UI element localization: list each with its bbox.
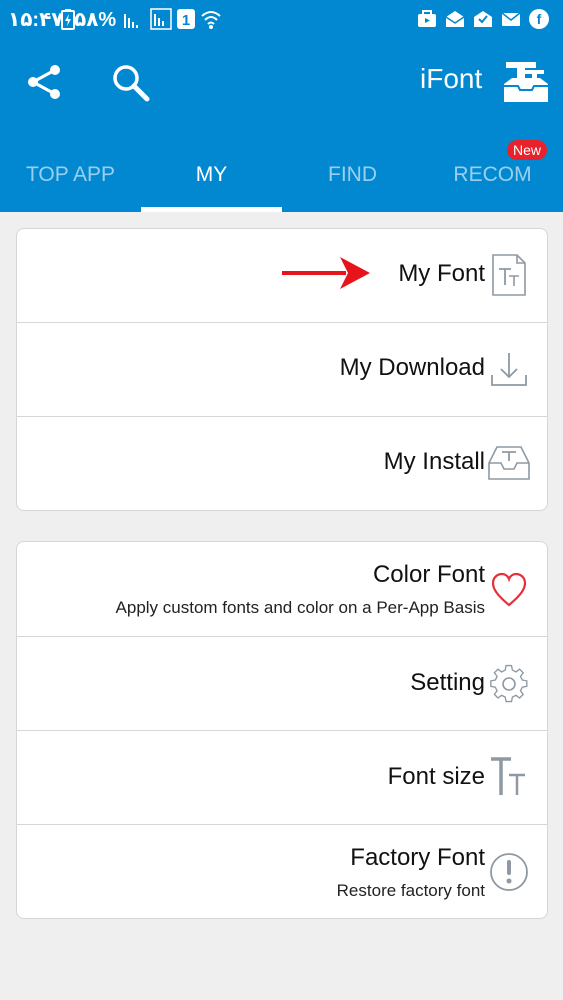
briefcase-icon xyxy=(418,10,436,27)
my-download-label: My Download xyxy=(339,354,485,381)
mail-open-icon xyxy=(445,11,465,27)
my-install-label: My Install xyxy=(383,448,485,475)
svg-text:1: 1 xyxy=(182,12,190,29)
search-icon[interactable] xyxy=(110,62,152,104)
svg-text:f: f xyxy=(537,11,542,27)
app-notification-icon: f xyxy=(529,9,549,29)
tab-top-app[interactable]: TOP APP xyxy=(0,138,141,212)
ifont-logo-icon[interactable] xyxy=(502,58,550,106)
font-size-icon xyxy=(491,757,525,795)
new-badge: New xyxy=(507,140,548,160)
setting-label: Setting xyxy=(410,669,485,696)
color-font-subtitle: Apply custom fonts and color on a Per-Ap… xyxy=(115,598,485,617)
factory-font-label: Factory Font xyxy=(350,844,485,871)
install-tray-icon xyxy=(488,446,530,480)
signal-icon-2 xyxy=(150,8,172,30)
share-icon[interactable] xyxy=(24,62,64,102)
gear-icon xyxy=(490,664,528,703)
battery-percent: ۵۸% xyxy=(74,9,117,31)
exclamation-icon xyxy=(490,853,528,891)
signal-icon xyxy=(124,14,138,28)
tab-bar: TOP APP MY FIND RECOM xyxy=(0,138,563,212)
color-font-row[interactable]: Color Font Apply custom fonts and color … xyxy=(17,542,547,637)
factory-font-row[interactable]: Factory Font Restore factory font xyxy=(17,825,547,918)
mail-icon xyxy=(501,12,521,26)
my-font-label: My Font xyxy=(398,260,485,287)
setting-row[interactable]: Setting xyxy=(17,637,547,731)
tab-find[interactable]: FIND xyxy=(282,138,423,212)
tab-indicator xyxy=(141,207,282,212)
status-time: ۱۵:۴۷ xyxy=(8,9,64,31)
factory-font-subtitle: Restore factory font xyxy=(336,881,485,900)
my-install-row[interactable]: My Install xyxy=(17,417,547,510)
red-arrow-annotation xyxy=(282,257,370,289)
my-download-row[interactable]: My Download xyxy=(17,323,547,417)
font-size-row[interactable]: Font size xyxy=(17,731,547,825)
download-icon xyxy=(491,353,527,386)
heart-icon xyxy=(491,572,527,607)
app-bar: iFont TOP APP MY FIND RECOM New xyxy=(0,38,563,212)
wifi-icon xyxy=(201,11,221,29)
sim-1-icon: 1 xyxy=(177,9,195,29)
mail-check-icon xyxy=(474,11,492,27)
settings-card: Color Font Apply custom fonts and color … xyxy=(16,541,548,919)
font-size-label: Font size xyxy=(387,763,485,790)
tab-my[interactable]: MY xyxy=(141,138,282,212)
app-title: iFont xyxy=(420,63,483,94)
color-font-label: Color Font xyxy=(372,561,485,588)
font-file-icon xyxy=(492,254,526,296)
status-bar: ۱۵:۴۷ ۵۸% 1 f xyxy=(0,0,563,38)
